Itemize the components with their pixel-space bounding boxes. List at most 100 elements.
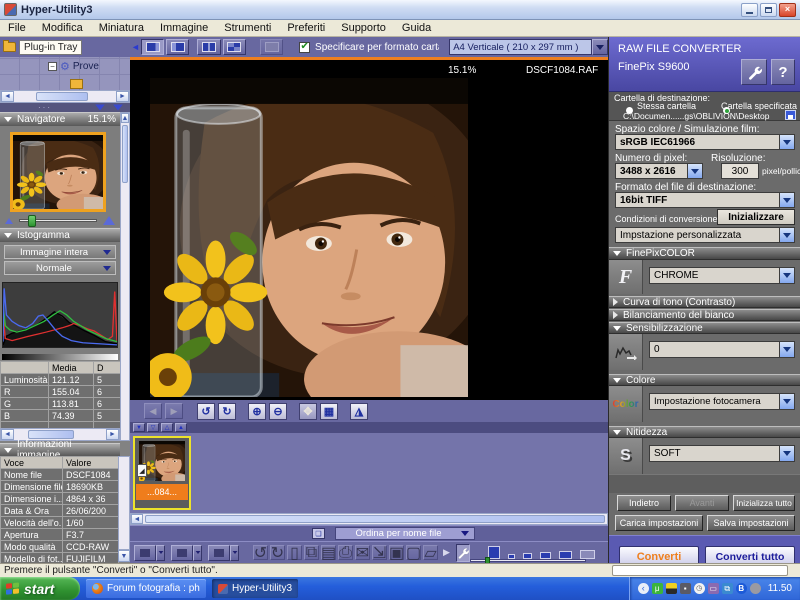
close-button[interactable]: ×: [779, 3, 796, 17]
tree-collapse-icon[interactable]: −: [48, 62, 57, 71]
tree-node-label[interactable]: Prove: [73, 61, 99, 72]
zoom-out-icon[interactable]: ⊖: [269, 403, 287, 420]
menu-miniatura[interactable]: Miniatura: [91, 20, 152, 36]
mark-button-2[interactable]: [171, 545, 202, 561]
raw-converter-toggle-button[interactable]: [456, 544, 470, 562]
sort-dropdown[interactable]: Ordina per nome file: [335, 527, 475, 540]
thumb-size-4-icon[interactable]: [559, 551, 572, 559]
sort-desc-outline-icon[interactable]: ▽: [147, 423, 159, 432]
taskbar-item-hyper-utility[interactable]: Hyper-Utility3: [212, 579, 298, 598]
navigator-header[interactable]: Navigatore 15.1%: [0, 112, 120, 126]
pixel-count-dropdown[interactable]: 3488 x 2616: [615, 163, 703, 179]
sensitization-dropdown[interactable]: 0: [649, 341, 795, 358]
grid-2-view-button[interactable]: [197, 39, 220, 55]
tray-printer-icon[interactable]: ▭: [708, 583, 719, 594]
tray-power-icon[interactable]: [750, 583, 761, 594]
slider-thumb[interactable]: [28, 215, 36, 227]
tray-network-icon[interactable]: ⧉: [722, 583, 733, 594]
single-view-button[interactable]: [141, 39, 164, 55]
initialize-all-button[interactable]: Inizializza tutto: [733, 495, 795, 511]
taskbar-item-browser[interactable]: Forum fotografia : ph...: [86, 579, 206, 598]
tray-chevron-icon[interactable]: ‹: [638, 583, 649, 594]
plugin-tray-tab[interactable]: Plug-in Tray: [19, 40, 82, 55]
color-dropdown[interactable]: Impostazione fotocamera: [649, 393, 795, 410]
finepixcolor-dropdown[interactable]: CHROME: [649, 267, 795, 284]
tray-bluetooth-icon[interactable]: B: [736, 583, 747, 594]
help-button[interactable]: ?: [771, 59, 795, 85]
section-expanded-icon[interactable]: [4, 117, 12, 122]
sort-desc-filled-icon[interactable]: ▼: [133, 423, 145, 432]
menu-supporto[interactable]: Supporto: [333, 20, 394, 36]
initialize-button[interactable]: Inizializzare: [717, 209, 795, 225]
expand-more-icon[interactable]: ▶: [443, 547, 450, 558]
sharpness-header[interactable]: Nitidezza: [609, 426, 800, 438]
sensitization-header[interactable]: Sensibilizzazione: [609, 322, 800, 334]
collapse-left-icon[interactable]: ◄: [131, 42, 140, 52]
color-section-header[interactable]: Colore: [609, 374, 800, 386]
tray-alert-icon[interactable]: [666, 583, 677, 594]
scroll-up-icon[interactable]: ▲: [121, 113, 129, 123]
image-viewer[interactable]: 15.1% DSCF1084.RAF: [130, 60, 608, 400]
scroll-left-icon[interactable]: ◄: [131, 514, 143, 524]
filmstrip-thumbnail-selected[interactable]: ◢ ...084...: [133, 436, 191, 510]
section-expanded-icon[interactable]: [4, 448, 12, 453]
sort-mode-icon[interactable]: ❏: [312, 528, 325, 539]
histogram-header[interactable]: Istogramma: [0, 228, 120, 242]
title-bar[interactable]: Hyper-Utility3 ×: [0, 0, 800, 20]
white-balance-header[interactable]: Bilanciamento del bianco: [609, 309, 800, 321]
collapse-down-icon[interactable]: [113, 105, 123, 111]
load-settings-button[interactable]: Carica impostazioni: [615, 515, 703, 531]
fit-to-window-icon[interactable]: ▦: [320, 403, 338, 420]
tray-utorrent-icon[interactable]: μ: [652, 583, 663, 594]
preview-list-view-button[interactable]: [166, 39, 189, 55]
file-format-dropdown[interactable]: 16bit TIFF: [615, 192, 795, 208]
paper-size-dropdown-arrow[interactable]: [592, 39, 608, 55]
paper-size-dropdown[interactable]: A4 Verticale ( 210 x 297 mm ): [449, 39, 592, 55]
sort-asc-outline-icon[interactable]: △: [161, 423, 173, 432]
save-settings-button[interactable]: Salva impostazioni: [707, 515, 795, 531]
sort-asc-filled-icon[interactable]: ▲: [175, 423, 187, 432]
start-button[interactable]: start: [0, 577, 80, 600]
zoom-out-small-icon[interactable]: [5, 218, 13, 224]
minimize-button[interactable]: [741, 3, 758, 17]
image-info-header[interactable]: Informazioni immagine: [0, 443, 120, 456]
slider-track[interactable]: [19, 219, 97, 222]
tray-clock-icon[interactable]: ◷: [694, 583, 705, 594]
menu-modifica[interactable]: Modifica: [34, 20, 91, 36]
scroll-down-icon[interactable]: ▼: [118, 550, 130, 562]
tray-lock-icon[interactable]: ▪: [680, 583, 691, 594]
left-vscrollbar[interactable]: ▲: [120, 112, 130, 441]
navigator-tool-icon[interactable]: ◮: [350, 403, 368, 420]
panel-splitter[interactable]: ···: [0, 103, 130, 112]
menu-guida[interactable]: Guida: [394, 20, 439, 36]
thumb-size-3-icon[interactable]: [540, 552, 551, 559]
mark-button-1[interactable]: [134, 545, 165, 561]
scroll-right-icon[interactable]: ►: [116, 91, 129, 102]
histogram-mode-dropdown[interactable]: Normale: [4, 261, 116, 275]
menu-immagine[interactable]: Immagine: [152, 20, 216, 36]
scroll-left-icon[interactable]: ◄: [1, 429, 14, 440]
menu-strumenti[interactable]: Strumenti: [216, 20, 279, 36]
collapse-down-icon[interactable]: [95, 105, 105, 111]
scroll-left-icon[interactable]: ◄: [1, 91, 14, 102]
sharpness-dropdown[interactable]: SOFT: [649, 445, 795, 462]
info-vscrollbar[interactable]: [118, 456, 130, 550]
rotate-right-icon[interactable]: ↻: [218, 403, 236, 420]
hand-tool-icon[interactable]: ✥: [299, 403, 317, 420]
histogram-scope-dropdown[interactable]: Immagine intera: [4, 245, 116, 259]
paper-format-checkbox[interactable]: ✔: [299, 42, 310, 53]
same-folder-label[interactable]: Stessa cartella: [637, 101, 696, 111]
finepixcolor-header[interactable]: FinePixCOLOR: [609, 247, 800, 260]
filmstrip-hscrollbar[interactable]: ◄: [130, 513, 608, 525]
size-slider-track[interactable]: [470, 559, 586, 562]
settings-wrench-button[interactable]: [741, 59, 767, 85]
rotate-left-icon[interactable]: ↺: [197, 403, 215, 420]
zoom-in-icon[interactable]: ⊕: [248, 403, 266, 420]
navigator-thumbnail[interactable]: [10, 132, 106, 212]
back-button[interactable]: Indietro: [617, 495, 671, 511]
zoom-in-large-icon[interactable]: [103, 216, 115, 225]
restore-button[interactable]: [760, 3, 777, 17]
tone-curve-header[interactable]: Curva di tono (Contrasto): [609, 296, 800, 308]
section-expanded-icon[interactable]: [4, 233, 12, 238]
browse-folder-icon[interactable]: [785, 110, 796, 120]
